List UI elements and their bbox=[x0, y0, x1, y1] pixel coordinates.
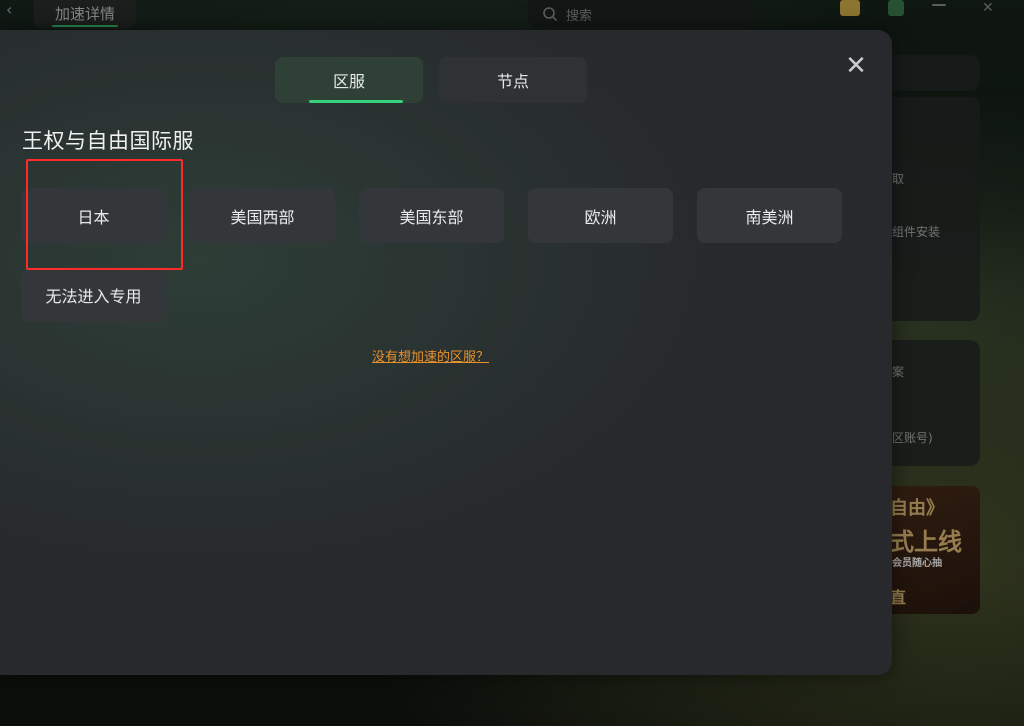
region-option-japan[interactable]: 日本 bbox=[21, 188, 166, 243]
close-icon[interactable]: ✕ bbox=[845, 53, 867, 79]
region-option-dedicated-entry[interactable]: 无法进入专用 bbox=[21, 268, 166, 322]
region-label: 日本 bbox=[77, 207, 110, 227]
region-option-europe[interactable]: 欧洲 bbox=[528, 188, 673, 243]
region-label: 美国西部 bbox=[230, 207, 295, 227]
region-option-us-west[interactable]: 美国西部 bbox=[190, 188, 335, 243]
tab-label: 节点 bbox=[496, 72, 529, 91]
tab-node[interactable]: 节点 bbox=[439, 57, 587, 103]
region-label: 美国东部 bbox=[399, 207, 464, 227]
missing-region-link[interactable]: 没有想加速的区服？ bbox=[372, 346, 489, 365]
tab-label: 区服 bbox=[332, 72, 365, 91]
region-select-modal: ✕ 区服 节点 王权与自由国际服 日本 美国西部 美国东部 欧洲 南美洲 无法进… bbox=[0, 30, 892, 675]
region-label: 无法进入专用 bbox=[45, 287, 142, 306]
game-title: 王权与自由国际服 bbox=[22, 129, 194, 153]
region-label: 欧洲 bbox=[584, 207, 617, 227]
tab-region[interactable]: 区服 bbox=[275, 57, 423, 103]
region-label: 南美洲 bbox=[745, 207, 794, 227]
region-option-south-america[interactable]: 南美洲 bbox=[697, 188, 842, 243]
region-option-us-east[interactable]: 美国东部 bbox=[359, 188, 504, 243]
